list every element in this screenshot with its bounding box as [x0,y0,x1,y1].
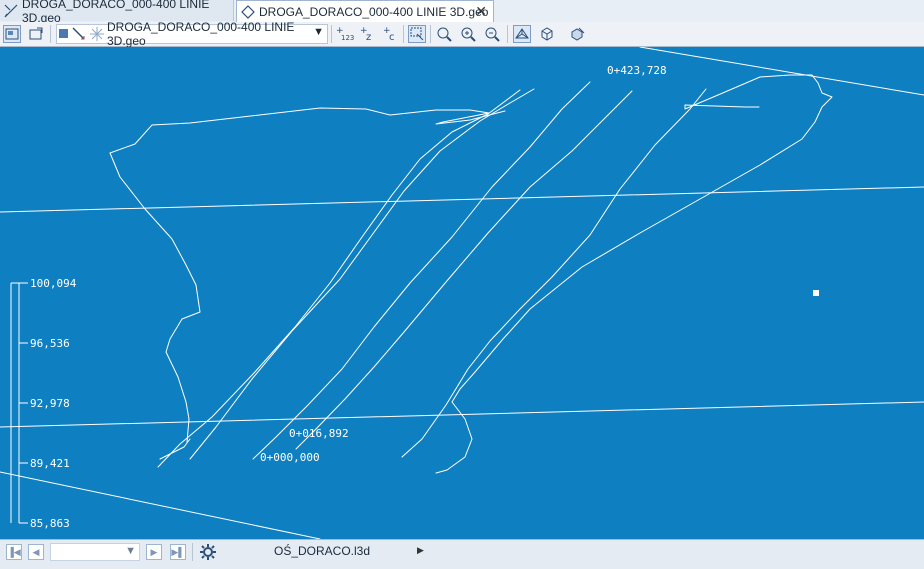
chevron-down-icon[interactable]: ▼ [313,26,324,38]
select-frame-icon[interactable] [408,25,426,43]
svg-text:123: 123 [341,34,354,42]
grid-line-mid [0,401,924,428]
road-line-2 [189,88,535,460]
zoom-window-icon[interactable] [435,25,453,43]
svg-text:z: z [366,32,371,42]
cube-icon[interactable] [538,25,556,43]
tab-label: DROGA_DORACO_000-400 LINIE 3D.geo [259,4,489,19]
elevation-label: 100,094 [30,277,77,290]
drawing-canvas[interactable]: 0+423,728 0+016,892 0+000,000 100,094 96… [0,47,924,539]
outline-west [109,152,201,443]
layers-icon[interactable] [3,25,21,43]
cursor-point-marker [813,290,819,296]
drawing-viewport[interactable]: 0+423,728 0+016,892 0+000,000 100,094 96… [0,47,924,539]
last-icon[interactable]: ▶▌ [170,544,186,560]
geo-file-select[interactable]: DROGA_DORACO_000-400 LINIE 3D.geo ▼ [56,20,328,48]
geo-select-value: DROGA_DORACO_000-400 LINIE 3D.geo [107,20,295,48]
gear-icon[interactable] [199,543,217,566]
chevron-right-icon[interactable]: ▶ [417,545,424,556]
record-combo[interactable]: ▼ [50,543,140,561]
pen-icon[interactable] [71,26,87,45]
svg-text:c: c [389,32,395,42]
next-icon[interactable]: ▶ [146,544,162,560]
road-line-5 [401,88,707,458]
properties-icon[interactable] [27,25,45,43]
scale-bracket [11,282,28,524]
elevation-label: 92,978 [30,397,70,410]
plus-c-icon[interactable]: + c [381,25,399,43]
station-label: 0+000,000 [260,451,320,464]
view-3d-icon[interactable] [513,25,531,43]
road-line-3 [252,81,591,460]
tab-droga-doraco-2[interactable]: DROGA_DORACO_000-400 LINIE 3D.geo ✕ [236,0,494,22]
outline-south [435,401,473,474]
first-icon[interactable]: ▐◀ [6,544,22,560]
drawing-icon [4,4,18,18]
elevation-label: 96,536 [30,337,70,350]
geo-file-icon [241,4,255,19]
toolbar: DROGA_DORACO_000-400 LINIE 3D.geo ▼ +123… [0,20,924,48]
zoom-in-icon[interactable] [459,25,477,43]
chevron-down-icon[interactable]: ▼ [125,545,136,557]
outline-east [451,74,833,403]
color-square-icon[interactable] [59,29,68,38]
numbering-123-icon[interactable]: +123 [336,25,354,43]
prev-icon[interactable]: ◀ [28,544,44,560]
snap-icon[interactable] [89,26,105,45]
render-icon[interactable] [568,25,586,43]
grid-line-diag-top [639,47,924,96]
elevation-scale [10,282,28,524]
elevation-label: 89,421 [30,457,70,470]
grid-line-top [0,186,924,213]
station-label: 0+423,728 [607,64,667,77]
status-filename: OŚ_DORACO.l3d [274,544,371,558]
road-line-1 [157,89,521,468]
zoom-out-icon[interactable] [483,25,501,43]
status-bar: ▐◀ ◀ ▼ ▶ ▶▌ OŚ_DORACO.l3d ▶ [0,539,924,569]
tab-droga-doraco-1[interactable]: DROGA_DORACO_000-400 LINIE 3D.geo [0,0,234,25]
station-label: 0+016,892 [289,427,349,440]
elevation-label: 85,863 [30,517,70,530]
plus-z-icon[interactable]: + z [358,25,376,43]
close-icon[interactable]: ✕ [475,3,487,20]
